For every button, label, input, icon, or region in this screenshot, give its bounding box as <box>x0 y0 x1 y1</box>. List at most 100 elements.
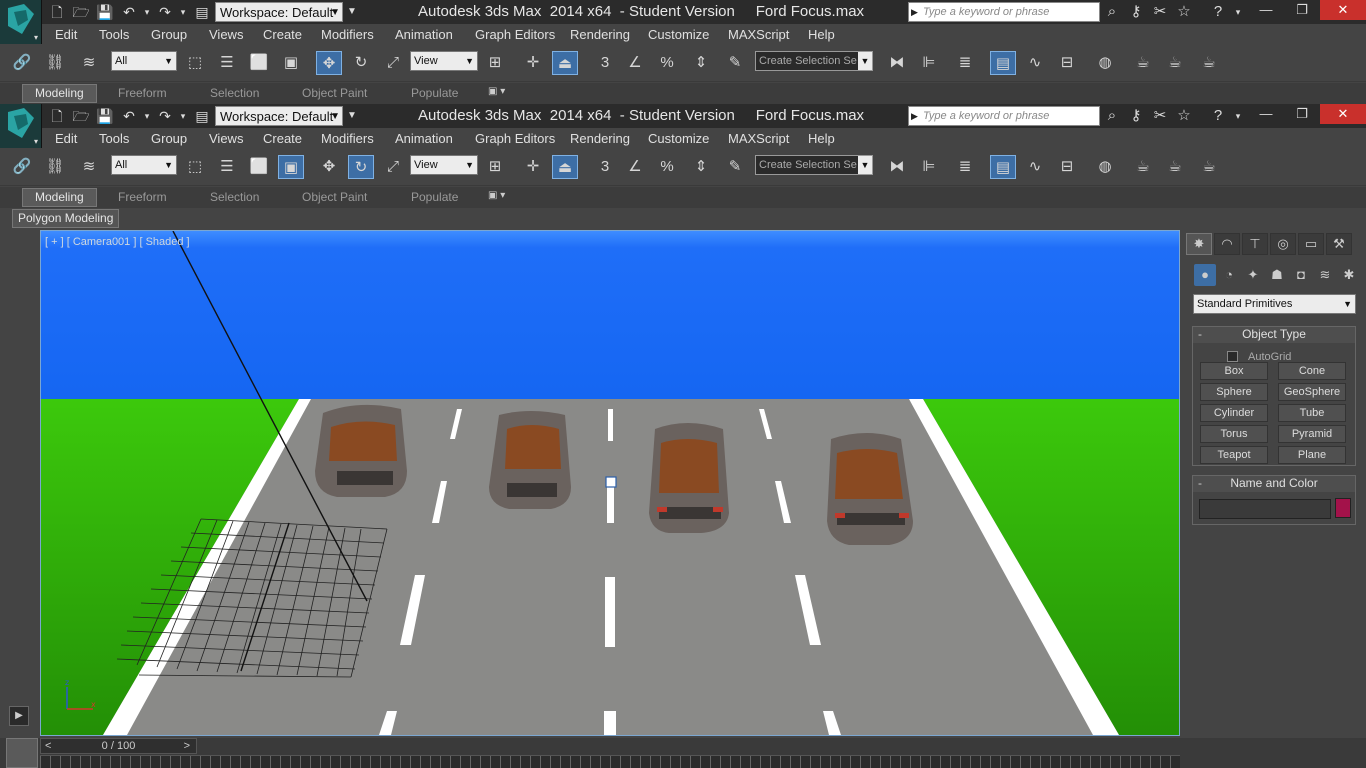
menu-tools[interactable]: Tools <box>99 131 129 146</box>
selected-object-marker[interactable] <box>605 476 617 488</box>
search-input[interactable]: ▶ Type a keyword or phrase <box>908 2 1100 22</box>
pivot-center-icon[interactable]: ⊞ <box>482 155 508 179</box>
ribbon-options-dropdown[interactable]: ▣ ▾ <box>488 86 505 97</box>
name-and-color-header[interactable]: - Name and Color <box>1193 476 1355 492</box>
tools-icon[interactable]: ✂ <box>1150 107 1170 125</box>
rectangular-selection-icon[interactable]: ⬜ <box>246 51 272 75</box>
window-crossing-icon[interactable]: ▣ <box>278 51 304 75</box>
tools-icon[interactable]: ✂ <box>1150 3 1170 21</box>
save-file-icon[interactable]: 💾 <box>96 3 114 21</box>
car-2[interactable] <box>489 411 571 509</box>
car-3[interactable] <box>649 423 729 533</box>
undo-dropdown-icon[interactable]: ▾ <box>138 3 156 21</box>
ribbon-tab-object-paint[interactable]: Object Paint <box>302 190 367 204</box>
menu-animation[interactable]: Animation <box>395 27 453 42</box>
reference-coordinate-dropdown[interactable]: View ▼ <box>410 155 478 175</box>
angle-snap-icon[interactable]: ∠ <box>622 51 648 75</box>
workspace-dropdown[interactable]: Workspace: Default ▼ <box>215 106 343 126</box>
schematic-view-icon[interactable]: ⊟ <box>1054 155 1080 179</box>
create-tab-icon[interactable]: ✸ <box>1186 233 1212 255</box>
display-tab-icon[interactable]: ▭ <box>1298 233 1324 255</box>
search-input[interactable]: ▶ Type a keyword or phrase <box>908 106 1100 126</box>
percent-snap-icon[interactable]: % <box>654 51 680 75</box>
spacewarps-icon[interactable]: ≋ <box>1314 264 1336 286</box>
restore-button[interactable]: ❐ <box>1284 0 1320 20</box>
curve-editor-icon[interactable]: ∿ <box>1022 155 1048 179</box>
workspace-dropdown[interactable]: Workspace: Default ▼ <box>215 2 343 22</box>
menu-create[interactable]: Create <box>263 27 302 42</box>
named-selection-dropdown[interactable]: Create Selection Se ▼ <box>755 51 873 71</box>
select-object-icon[interactable]: ⬚ <box>182 51 208 75</box>
menu-edit[interactable]: Edit <box>55 27 77 42</box>
select-by-name-icon[interactable]: ☰ <box>214 51 240 75</box>
select-object-icon[interactable]: ⬚ <box>182 155 208 179</box>
menu-views[interactable]: Views <box>209 27 243 42</box>
menu-modifiers[interactable]: Modifiers <box>321 27 374 42</box>
reference-coordinate-dropdown[interactable]: View ▼ <box>410 51 478 71</box>
align-icon[interactable]: ⊫ <box>916 155 942 179</box>
link-icon[interactable]: 🔗 <box>9 155 35 179</box>
cone-button[interactable]: Cone <box>1278 362 1346 380</box>
menu-graph-editors[interactable]: Graph Editors <box>475 27 555 42</box>
schematic-view-icon[interactable]: ⊟ <box>1054 51 1080 75</box>
tube-button[interactable]: Tube <box>1278 404 1346 422</box>
motion-tab-icon[interactable]: ◎ <box>1270 233 1296 255</box>
menu-tools[interactable]: Tools <box>99 27 129 42</box>
select-rotate-icon[interactable]: ↻ <box>348 51 374 75</box>
utilities-tab-icon[interactable]: ⚒ <box>1326 233 1352 255</box>
torus-button[interactable]: Torus <box>1200 425 1268 443</box>
toggle-ribbon-icon[interactable]: ▤ <box>990 51 1016 75</box>
rendered-frame-window-icon[interactable]: ☕ <box>1162 155 1188 179</box>
helpers-icon[interactable]: ◘ <box>1290 264 1312 286</box>
geosphere-button[interactable]: GeoSphere <box>1278 383 1346 401</box>
menu-group[interactable]: Group <box>151 131 187 146</box>
select-scale-icon[interactable]: ⤢ <box>380 155 406 179</box>
select-manipulate-icon[interactable]: ✛ <box>520 51 546 75</box>
new-file-icon[interactable]: 🗋 <box>48 107 66 125</box>
render-production-icon[interactable]: ☕ <box>1196 155 1222 179</box>
snaps-toggle-icon[interactable]: 3 <box>592 155 618 179</box>
curve-editor-icon[interactable]: ∿ <box>1022 51 1048 75</box>
workspace-menu-icon[interactable]: ▼ <box>345 2 359 22</box>
percent-snap-icon[interactable]: % <box>654 155 680 179</box>
angle-snap-icon[interactable]: ∠ <box>622 155 648 179</box>
cameras-icon[interactable]: ☗ <box>1266 264 1288 286</box>
object-name-field[interactable] <box>1199 499 1331 519</box>
lights-icon[interactable]: ✦ <box>1242 264 1264 286</box>
mini-curve-editor-toggle[interactable] <box>6 738 38 768</box>
select-move-icon[interactable]: ✥ <box>316 155 342 179</box>
restore-button[interactable]: ❐ <box>1284 104 1320 124</box>
shapes-icon[interactable]: ◔ <box>1218 264 1240 286</box>
redo-icon[interactable]: ↷ <box>156 3 174 21</box>
close-button[interactable]: ✕ <box>1320 104 1366 124</box>
render-production-icon[interactable]: ☕ <box>1196 51 1222 75</box>
undo-icon[interactable]: ↶ <box>120 107 138 125</box>
select-scale-icon[interactable]: ⤢ <box>380 51 406 75</box>
menu-customize[interactable]: Customize <box>648 131 709 146</box>
ribbon-options-dropdown[interactable]: ▣ ▾ <box>488 190 505 201</box>
ribbon-tab-populate[interactable]: Populate <box>411 190 458 204</box>
car-1[interactable] <box>315 404 407 497</box>
rendered-frame-window-icon[interactable]: ☕ <box>1162 51 1188 75</box>
app-logo-button[interactable]: ▾ <box>0 104 42 148</box>
help-icon[interactable]: ? <box>1208 3 1228 21</box>
next-frame-button[interactable]: > <box>184 739 190 753</box>
select-rotate-icon[interactable]: ↻ <box>348 155 374 179</box>
bind-spacewarp-icon[interactable]: ≋ <box>76 155 102 179</box>
keyboard-shortcut-override-icon[interactable]: ⏏ <box>552 51 578 75</box>
new-file-icon[interactable]: 🗋 <box>48 3 66 21</box>
menu-maxscript[interactable]: MAXScript <box>728 27 789 42</box>
mirror-icon[interactable]: ⧓ <box>884 51 910 75</box>
timeline-track[interactable] <box>40 755 1180 768</box>
modify-tab-icon[interactable]: ◠ <box>1214 233 1240 255</box>
unlink-icon[interactable]: ⛓ <box>42 155 68 179</box>
unlink-icon[interactable]: ⛓ <box>42 51 68 75</box>
binoculars-icon[interactable]: ⌕ <box>1102 107 1122 125</box>
key-icon[interactable]: ⚷ <box>1126 3 1146 21</box>
pivot-center-icon[interactable]: ⊞ <box>482 51 508 75</box>
pyramid-button[interactable]: Pyramid <box>1278 425 1346 443</box>
ribbon-tab-selection[interactable]: Selection <box>210 86 259 100</box>
bind-spacewarp-icon[interactable]: ≋ <box>76 51 102 75</box>
ribbon-tab-populate[interactable]: Populate <box>411 86 458 100</box>
ribbon-tab-freeform[interactable]: Freeform <box>118 190 167 204</box>
